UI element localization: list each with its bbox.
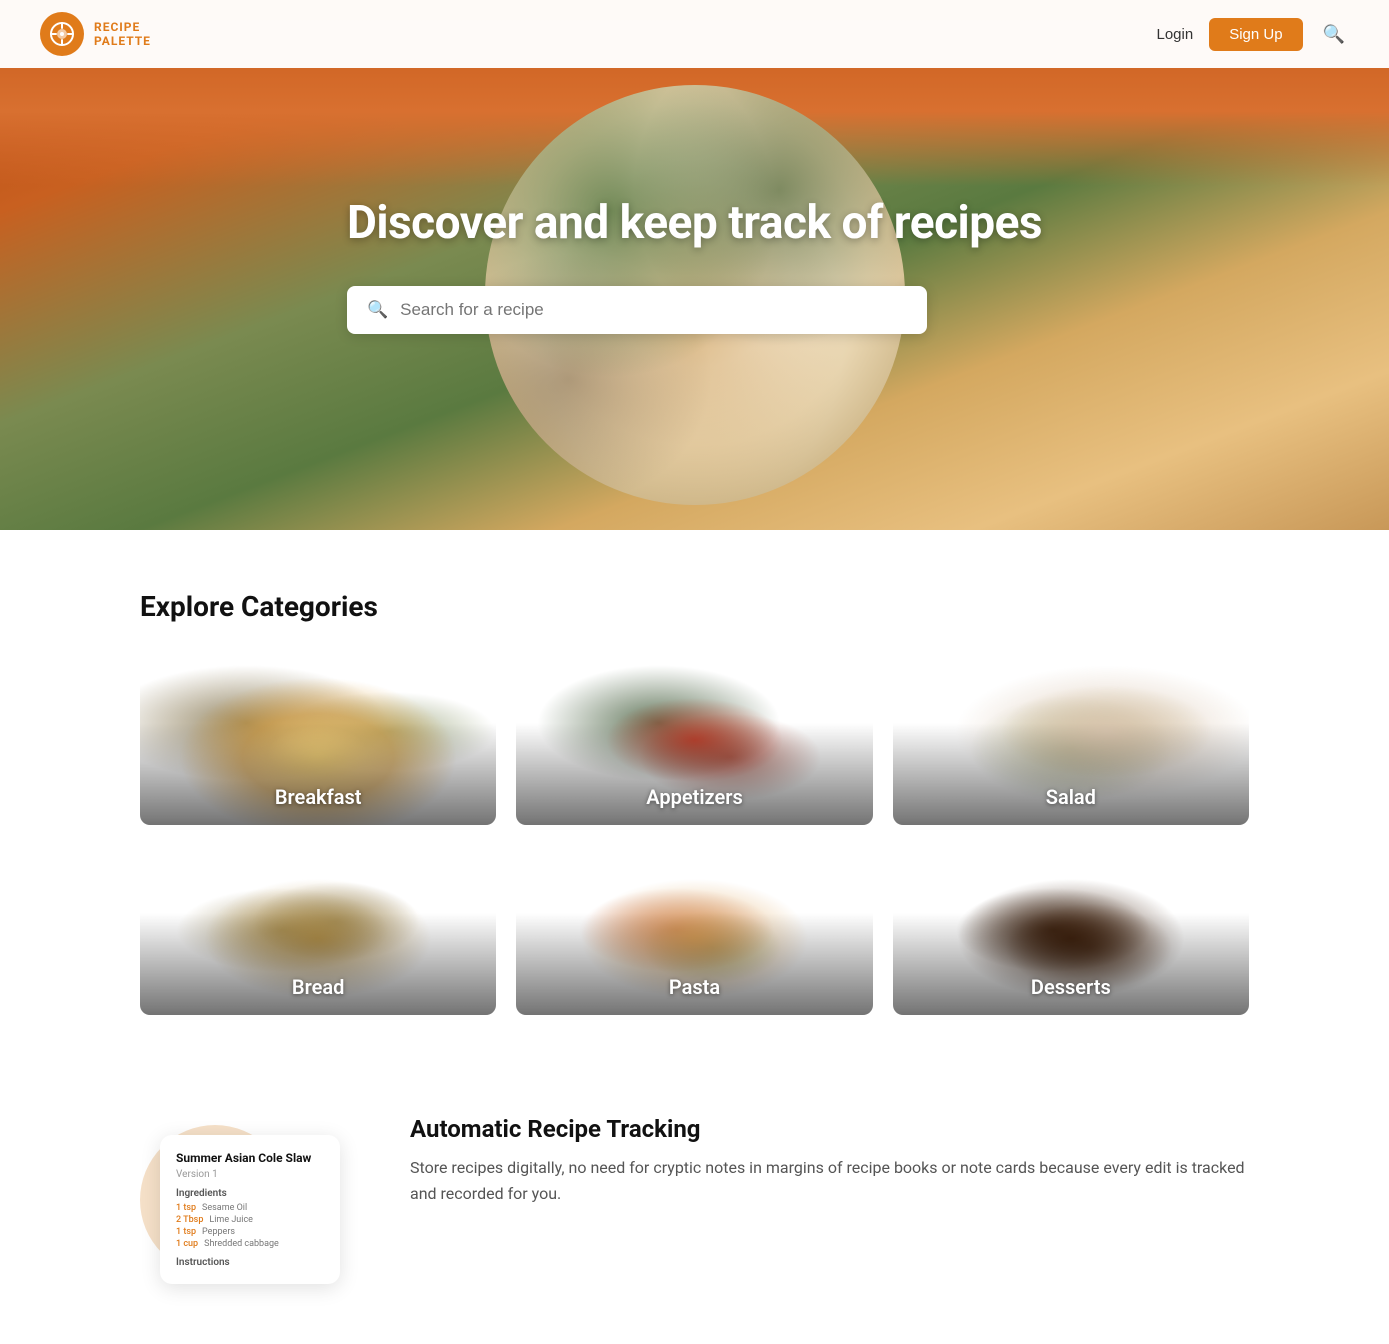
ingredient-4: 1 cup Shredded cabbage [176, 1239, 324, 1249]
navbar: RECIPE PALETTE Login Sign Up 🔍 [0, 0, 1389, 68]
brand-name: RECIPE PALETTE [94, 20, 151, 49]
login-button[interactable]: Login [1157, 26, 1194, 43]
recipe-card-visual: Summer Asian Cole Slaw Version 1 Ingredi… [140, 1115, 360, 1284]
pasta-label: Pasta [516, 959, 872, 1015]
signup-button[interactable]: Sign Up [1209, 18, 1302, 51]
ingredients-label: Ingredients [176, 1188, 324, 1199]
hero-content: Discover and keep track of recipes 🔍 [327, 196, 1062, 334]
appetizers-label: Appetizers [516, 769, 872, 825]
logo[interactable]: RECIPE PALETTE [40, 12, 151, 56]
categories-section: Explore Categories Breakfast Appetizers … [0, 530, 1389, 1075]
search-bar-icon: 🔍 [367, 300, 388, 320]
ingredient-3: 1 tsp Peppers [176, 1227, 324, 1237]
salad-label: Salad [893, 769, 1249, 825]
ingredient-2: 2 Tbsp Lime Juice [176, 1215, 324, 1225]
category-card-bread[interactable]: Bread [140, 845, 496, 1015]
logo-icon [40, 12, 84, 56]
category-card-pasta[interactable]: Pasta [516, 845, 872, 1015]
hero-title: Discover and keep track of recipes [347, 196, 1042, 250]
search-bar: 🔍 [347, 286, 927, 334]
category-card-appetizers[interactable]: Appetizers [516, 655, 872, 825]
instructions-label: Instructions [176, 1257, 324, 1268]
hero-section: Discover and keep track of recipes 🔍 [0, 0, 1389, 530]
search-icon[interactable]: 🔍 [1319, 20, 1349, 49]
feature-section: Summer Asian Cole Slaw Version 1 Ingredi… [0, 1075, 1389, 1344]
category-card-salad[interactable]: Salad [893, 655, 1249, 825]
recipe-card-preview: Summer Asian Cole Slaw Version 1 Ingredi… [160, 1135, 340, 1284]
feature-title: Automatic Recipe Tracking [410, 1115, 1249, 1143]
categories-title: Explore Categories [140, 590, 1249, 623]
breakfast-label: Breakfast [140, 769, 496, 825]
ingredient-1: 1 tsp Sesame Oil [176, 1203, 324, 1213]
desserts-label: Desserts [893, 959, 1249, 1015]
category-card-breakfast[interactable]: Breakfast [140, 655, 496, 825]
category-card-desserts[interactable]: Desserts [893, 845, 1249, 1015]
search-input[interactable] [400, 300, 907, 320]
nav-actions: Login Sign Up 🔍 [1157, 18, 1350, 51]
feature-text: Automatic Recipe Tracking Store recipes … [410, 1115, 1249, 1206]
categories-grid: Breakfast Appetizers Salad Bread Pasta [140, 655, 1249, 1015]
bread-label: Bread [140, 959, 496, 1015]
recipe-card-version: Version 1 [176, 1169, 324, 1180]
feature-description: Store recipes digitally, no need for cry… [410, 1155, 1249, 1206]
recipe-card-title: Summer Asian Cole Slaw [176, 1151, 324, 1165]
